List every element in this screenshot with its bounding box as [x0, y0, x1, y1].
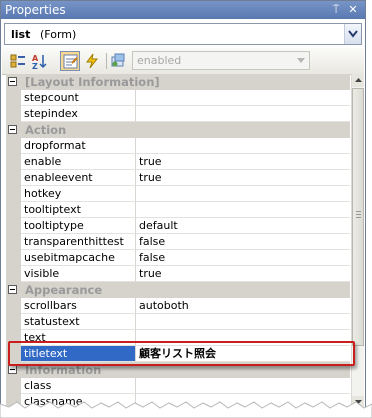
property-value[interactable] [136, 314, 350, 330]
alphabetical-icon[interactable]: AZ [30, 51, 50, 71]
torn-edge [0, 401, 372, 418]
property-row[interactable]: stepindex [6, 106, 350, 122]
row-gutter [6, 378, 21, 394]
toolbar-separator [106, 53, 107, 69]
property-name[interactable]: usebitmapcache [21, 250, 136, 266]
row-gutter [6, 170, 21, 186]
property-value[interactable] [136, 378, 350, 394]
scroll-thumb[interactable] [352, 88, 364, 346]
chevron-down-icon[interactable] [344, 24, 361, 44]
property-row[interactable]: enableevent true [6, 170, 350, 186]
category-header[interactable]: Action [6, 122, 350, 138]
property-name[interactable]: enable [21, 154, 136, 170]
property-value[interactable] [136, 202, 350, 218]
property-name[interactable]: hotkey [21, 186, 136, 202]
property-row[interactable]: dropformat [6, 138, 350, 154]
object-name: list [11, 28, 31, 41]
property-row[interactable]: visible true [6, 266, 350, 282]
property-name[interactable]: tooltiptype [21, 218, 136, 234]
category-label: [Layout Information] [25, 75, 160, 89]
row-gutter [6, 154, 21, 170]
property-value[interactable]: default [136, 218, 350, 234]
property-name[interactable]: visible [21, 266, 136, 282]
categorized-icon[interactable] [8, 51, 28, 71]
grip-icon [356, 211, 361, 219]
chevron-down-icon [297, 58, 305, 63]
property-name[interactable]: stepcount [21, 90, 136, 106]
property-value[interactable]: true [136, 154, 350, 170]
property-name[interactable]: statustext [21, 314, 136, 330]
property-value[interactable] [136, 138, 350, 154]
property-row[interactable]: statustext [6, 314, 350, 330]
property-name[interactable]: dropformat [21, 138, 136, 154]
property-name[interactable]: scrollbars [21, 298, 136, 314]
collapse-icon[interactable] [8, 77, 17, 86]
row-gutter [6, 106, 21, 122]
object-type: (Form) [40, 28, 77, 41]
property-value[interactable]: autoboth [136, 298, 350, 314]
property-row[interactable]: usebitmapcache false [6, 250, 350, 266]
row-gutter [6, 138, 21, 154]
property-name[interactable]: tooltiptext [21, 202, 136, 218]
property-value[interactable]: true [136, 170, 350, 186]
property-name[interactable]: class [21, 378, 136, 394]
property-row[interactable]: transparenthittest false [6, 234, 350, 250]
property-row[interactable]: enable true [6, 154, 350, 170]
object-selector[interactable]: list (Form) [4, 23, 362, 45]
collapse-icon[interactable] [8, 365, 17, 374]
property-row[interactable]: stepcount [6, 90, 350, 106]
property-value[interactable] [136, 186, 350, 202]
property-pages-icon[interactable] [108, 51, 128, 71]
property-row[interactable]: tooltiptype default [6, 218, 350, 234]
title-bar: Properties ⍑ ✕ [1, 1, 365, 19]
row-gutter [6, 90, 21, 106]
event-filter-value: enabled [137, 54, 182, 67]
row-gutter [6, 298, 21, 314]
collapse-icon[interactable] [8, 125, 17, 134]
row-gutter [6, 218, 21, 234]
pin-icon[interactable]: ⍑ [329, 2, 343, 17]
highlight-box [8, 341, 355, 366]
property-name[interactable]: stepindex [21, 106, 136, 122]
toolbar: AZ enabled [2, 48, 364, 75]
row-gutter [6, 234, 21, 250]
properties-icon[interactable] [60, 51, 80, 71]
property-row[interactable]: tooltiptext [6, 202, 350, 218]
property-row[interactable]: scrollbars autoboth [6, 298, 350, 314]
property-name[interactable]: transparenthittest [21, 234, 136, 250]
category-label: Appearance [25, 283, 103, 297]
property-value[interactable] [136, 106, 350, 122]
svg-text:Z: Z [32, 62, 38, 69]
property-value[interactable]: true [136, 266, 350, 282]
property-value[interactable]: false [136, 234, 350, 250]
property-row[interactable]: class [6, 378, 350, 394]
row-gutter [6, 250, 21, 266]
row-gutter [6, 266, 21, 282]
row-gutter [6, 314, 21, 330]
scroll-up-icon[interactable] [352, 74, 364, 87]
close-icon[interactable]: ✕ [346, 2, 360, 17]
row-gutter [6, 186, 21, 202]
events-icon[interactable] [82, 51, 102, 71]
category-header[interactable]: [Layout Information] [6, 74, 350, 90]
event-filter-select[interactable]: enabled [132, 51, 310, 70]
row-gutter [6, 202, 21, 218]
category-header[interactable]: Appearance [6, 282, 350, 298]
property-name[interactable]: enableevent [21, 170, 136, 186]
window-title: Properties [5, 3, 66, 17]
property-row[interactable]: hotkey [6, 186, 350, 202]
collapse-icon[interactable] [8, 285, 17, 294]
property-value[interactable] [136, 90, 350, 106]
property-value[interactable]: false [136, 250, 350, 266]
category-label: Action [25, 123, 67, 137]
